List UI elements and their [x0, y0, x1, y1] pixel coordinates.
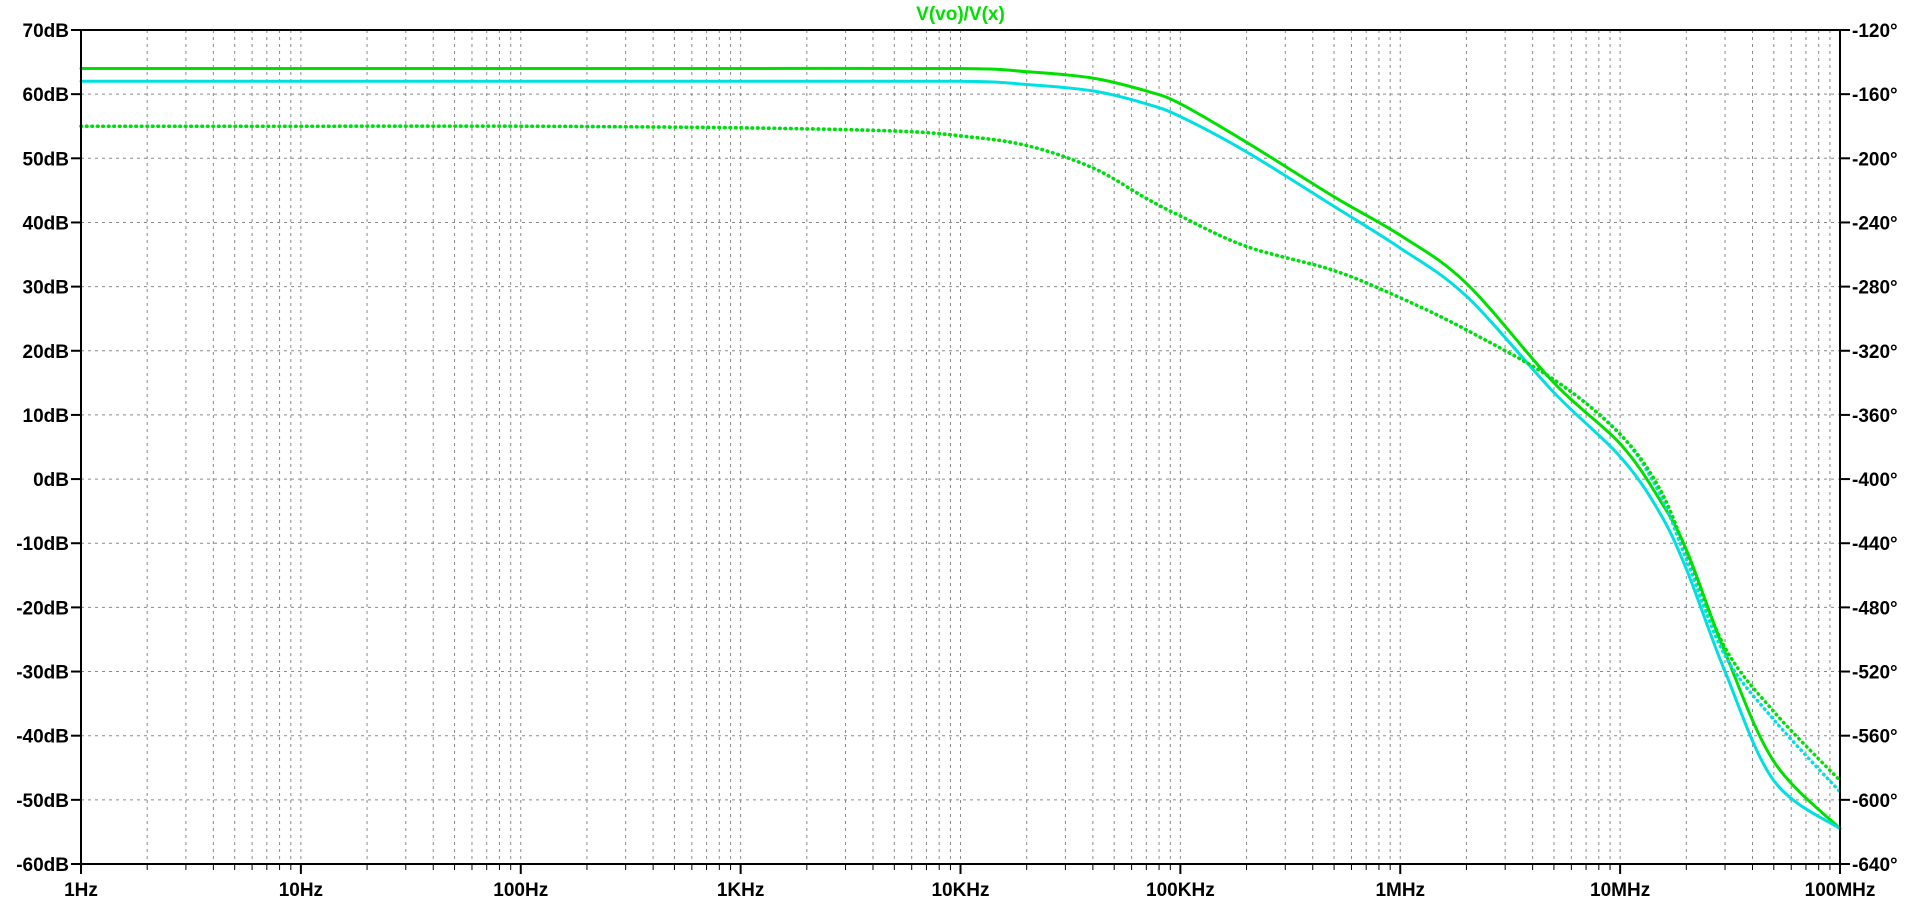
series-layer	[79, 66, 1842, 831]
y-right-tick-label: -320°	[1852, 342, 1898, 363]
x-tick-label: 10Hz	[279, 880, 323, 901]
x-tick-label: 10MHz	[1590, 880, 1650, 901]
x-tick-label: 100KHz	[1146, 880, 1215, 901]
y-left-tick-label: 60dB	[23, 85, 69, 106]
x-tick-label: 1KHz	[717, 880, 765, 901]
magnitude-series-line-0	[79, 66, 1842, 831]
y-left-tick-label: -10dB	[16, 534, 69, 555]
y-left-tick-label: 30dB	[23, 278, 69, 299]
y-left-tick-label: -50dB	[16, 791, 69, 812]
y-left-tick-label: 20dB	[23, 342, 69, 363]
x-tick-label: 10KHz	[931, 880, 989, 901]
grid-layer	[81, 30, 1840, 864]
y-left-tick-label: 40dB	[23, 213, 69, 234]
y-right-tick-label: -280°	[1852, 278, 1898, 299]
y-right-tick-label: -160°	[1852, 85, 1898, 106]
y-left-tick-label: 10dB	[23, 406, 69, 427]
chart-title: V(vo)/V(x)	[916, 4, 1005, 25]
x-tick-label: 1Hz	[64, 880, 98, 901]
x-tick-label: 100Hz	[493, 880, 548, 901]
bode-plot: V(vo)/V(x) 70dB 60dB 50dB 40dB 30dB 20dB 10dB 0…	[0, 0, 1917, 904]
chart-svg: V(vo)/V(x) 70dB 60dB 50dB 40dB 30dB 20dB 10dB 0…	[16, 4, 1898, 901]
y-right-tick-label: -120°	[1852, 21, 1898, 42]
y-left-tick-label: -30dB	[16, 663, 69, 684]
y-left-tick-label: 0dB	[33, 470, 69, 491]
y-left-tick-label: -20dB	[16, 598, 69, 619]
y-right-tick-label: -480°	[1852, 598, 1898, 619]
y-right-tick-label: -600°	[1852, 791, 1898, 812]
y-right-tick-label: -200°	[1852, 149, 1898, 170]
y-right-tick-label: -560°	[1852, 727, 1898, 748]
y-right-tick-label: -240°	[1852, 213, 1898, 234]
x-tick-label: 100MHz	[1805, 880, 1876, 901]
y-left-tick-label: 50dB	[23, 149, 69, 170]
y-left-tick-label: -60dB	[16, 855, 69, 876]
y-right-tick-label: -640°	[1852, 855, 1898, 876]
x-tick-label: 1MHz	[1375, 880, 1425, 901]
y-left-tick-label: -40dB	[16, 727, 69, 748]
y-left-tick-label: 70dB	[23, 21, 69, 42]
y-right-tick-label: -440°	[1852, 534, 1898, 555]
y-right-tick-label: -360°	[1852, 406, 1898, 427]
y-right-tick-label: -400°	[1852, 470, 1898, 491]
y-right-tick-label: -520°	[1852, 663, 1898, 684]
